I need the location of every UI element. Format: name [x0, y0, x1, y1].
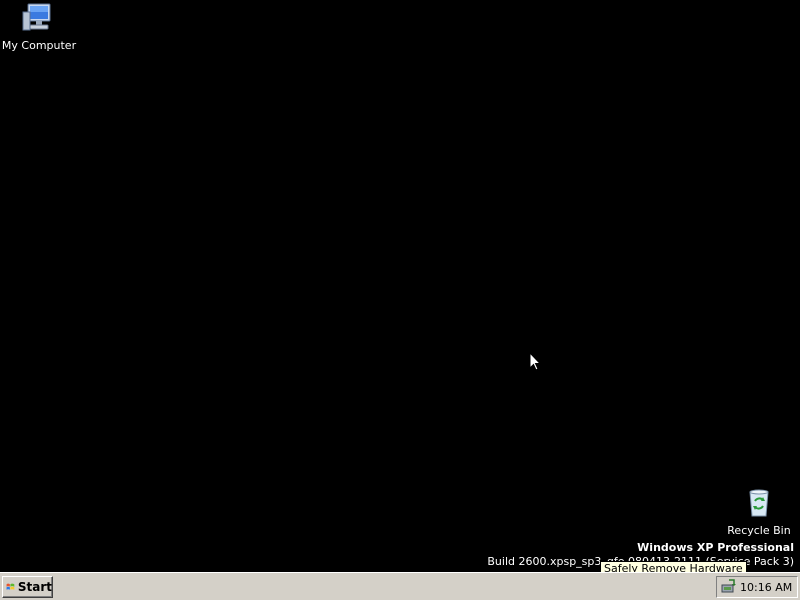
mouse-pointer-icon	[529, 352, 541, 371]
start-button[interactable]: Start	[2, 576, 53, 598]
my-computer-icon	[22, 3, 51, 31]
windows-logo-icon	[6, 583, 15, 590]
recycle-bin-label: Recycle Bin	[727, 524, 791, 537]
taskbar-clock[interactable]: 10:16 AM	[740, 581, 792, 594]
start-button-label: Start	[17, 580, 52, 594]
safely-remove-hardware-icon[interactable]	[720, 579, 736, 595]
taskbar: Start 10:16 AM	[0, 572, 800, 600]
desktop-icon-my-computer[interactable]: My Computer	[1, 2, 77, 52]
os-version-title: Windows XP Professional	[637, 541, 794, 554]
recycle-bin-icon	[749, 489, 769, 517]
system-tray: 10:16 AM	[716, 576, 798, 598]
desktop-icon-recycle-bin[interactable]: Recycle Bin	[721, 487, 797, 537]
my-computer-label: My Computer	[1, 39, 77, 52]
desktop[interactable]: My Computer Recycle Bin Windows XP Profe…	[0, 0, 800, 577]
